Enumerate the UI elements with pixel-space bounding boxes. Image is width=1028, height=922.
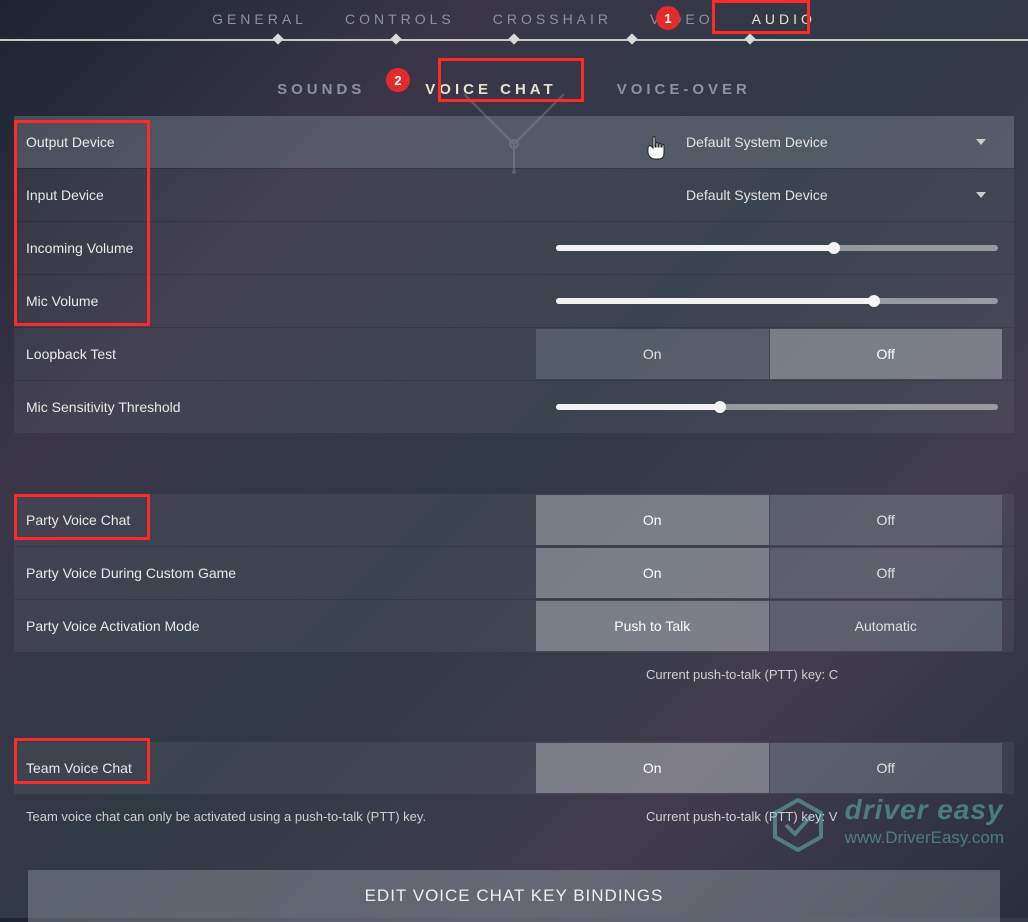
- setting-mic-volume: Mic Volume: [14, 275, 1014, 327]
- slider-incoming-volume[interactable]: [556, 245, 998, 251]
- toggle-team-voice: On Off: [536, 743, 1002, 793]
- top-tab-bar: GENERAL CONTROLS CROSSHAIR VIDEO AUDIO: [0, 0, 1028, 32]
- party-ptt-key-text: Current push-to-talk (PTT) key: C: [646, 667, 1002, 682]
- dropdown-value: Default System Device: [686, 134, 828, 150]
- setting-party-activation-mode: Party Voice Activation Mode Push to Talk…: [14, 600, 1014, 652]
- team-voice-on[interactable]: On: [536, 743, 769, 793]
- setting-output-device: Output Device Default System Device: [14, 116, 1014, 168]
- tab-audio[interactable]: AUDIO: [752, 11, 816, 27]
- slider-mic-sensitivity[interactable]: [556, 404, 998, 410]
- loopback-on[interactable]: On: [536, 329, 769, 379]
- toggle-party-voice: On Off: [536, 495, 1002, 545]
- dropdown-output-device[interactable]: Default System Device: [536, 134, 1002, 150]
- dropdown-value: Default System Device: [686, 187, 828, 203]
- loopback-off[interactable]: Off: [770, 329, 1003, 379]
- team-note-left-text: Team voice chat can only be activated us…: [26, 809, 646, 824]
- toggle-party-activation: Push to Talk Automatic: [536, 601, 1002, 651]
- party-activation-ptt[interactable]: Push to Talk: [536, 601, 769, 651]
- party-voice-on[interactable]: On: [536, 495, 769, 545]
- setting-team-voice-chat: Team Voice Chat On Off: [14, 742, 1014, 794]
- team-ptt-note: Team voice chat can only be activated us…: [14, 795, 1014, 824]
- label-loopback: Loopback Test: [26, 346, 536, 362]
- tab-controls[interactable]: CONTROLS: [345, 11, 455, 27]
- slider-thumb[interactable]: [828, 242, 840, 254]
- label-team-voice: Team Voice Chat: [26, 760, 536, 776]
- label-party-activation: Party Voice Activation Mode: [26, 618, 536, 634]
- tab-crosshair[interactable]: CROSSHAIR: [493, 11, 612, 27]
- setting-party-voice-custom: Party Voice During Custom Game On Off: [14, 547, 1014, 599]
- label-mic-volume: Mic Volume: [26, 293, 536, 309]
- annotation-badge-2: 2: [386, 68, 410, 92]
- subtab-voice-chat[interactable]: VOICE CHAT: [425, 81, 556, 98]
- team-ptt-key-text: Current push-to-talk (PTT) key: V: [646, 809, 1002, 824]
- toggle-party-custom: On Off: [536, 548, 1002, 598]
- diamond-icon: [390, 33, 401, 44]
- diamond-icon: [626, 33, 637, 44]
- party-custom-on[interactable]: On: [536, 548, 769, 598]
- edit-key-bindings-button[interactable]: EDIT VOICE CHAT KEY BINDINGS: [28, 870, 1000, 922]
- label-party-voice: Party Voice Chat: [26, 512, 536, 528]
- label-mic-sensitivity: Mic Sensitivity Threshold: [26, 399, 536, 415]
- party-voice-off[interactable]: Off: [770, 495, 1003, 545]
- tab-divider: [0, 32, 1028, 46]
- slider-mic-volume[interactable]: [556, 298, 998, 304]
- annotation-badge-1: 1: [656, 6, 680, 30]
- setting-mic-sensitivity: Mic Sensitivity Threshold: [14, 381, 1014, 433]
- team-voice-off[interactable]: Off: [770, 743, 1003, 793]
- sub-tab-bar: SOUNDS VOICE CHAT VOICE-OVER: [0, 46, 1028, 116]
- label-party-custom: Party Voice During Custom Game: [26, 565, 536, 581]
- tab-general[interactable]: GENERAL: [212, 11, 307, 27]
- label-incoming-volume: Incoming Volume: [26, 240, 536, 256]
- subtab-voice-over[interactable]: VOICE-OVER: [617, 81, 751, 98]
- subtab-sounds[interactable]: SOUNDS: [277, 81, 365, 98]
- diamond-icon: [744, 33, 755, 44]
- setting-incoming-volume: Incoming Volume: [14, 222, 1014, 274]
- setting-party-voice-chat: Party Voice Chat On Off: [14, 494, 1014, 546]
- party-custom-off[interactable]: Off: [770, 548, 1003, 598]
- setting-input-device: Input Device Default System Device: [14, 169, 1014, 221]
- diamond-icon: [508, 33, 519, 44]
- toggle-loopback: On Off: [536, 329, 1002, 379]
- chevron-down-icon: [976, 192, 986, 198]
- chevron-down-icon: [976, 139, 986, 145]
- party-ptt-note: Current push-to-talk (PTT) key: C: [14, 653, 1014, 682]
- label-output-device: Output Device: [26, 134, 536, 150]
- setting-loopback-test: Loopback Test On Off: [14, 328, 1014, 380]
- slider-thumb[interactable]: [868, 295, 880, 307]
- dropdown-input-device[interactable]: Default System Device: [536, 187, 1002, 203]
- slider-thumb[interactable]: [714, 401, 726, 413]
- label-input-device: Input Device: [26, 187, 536, 203]
- diamond-icon: [272, 33, 283, 44]
- party-activation-auto[interactable]: Automatic: [770, 601, 1003, 651]
